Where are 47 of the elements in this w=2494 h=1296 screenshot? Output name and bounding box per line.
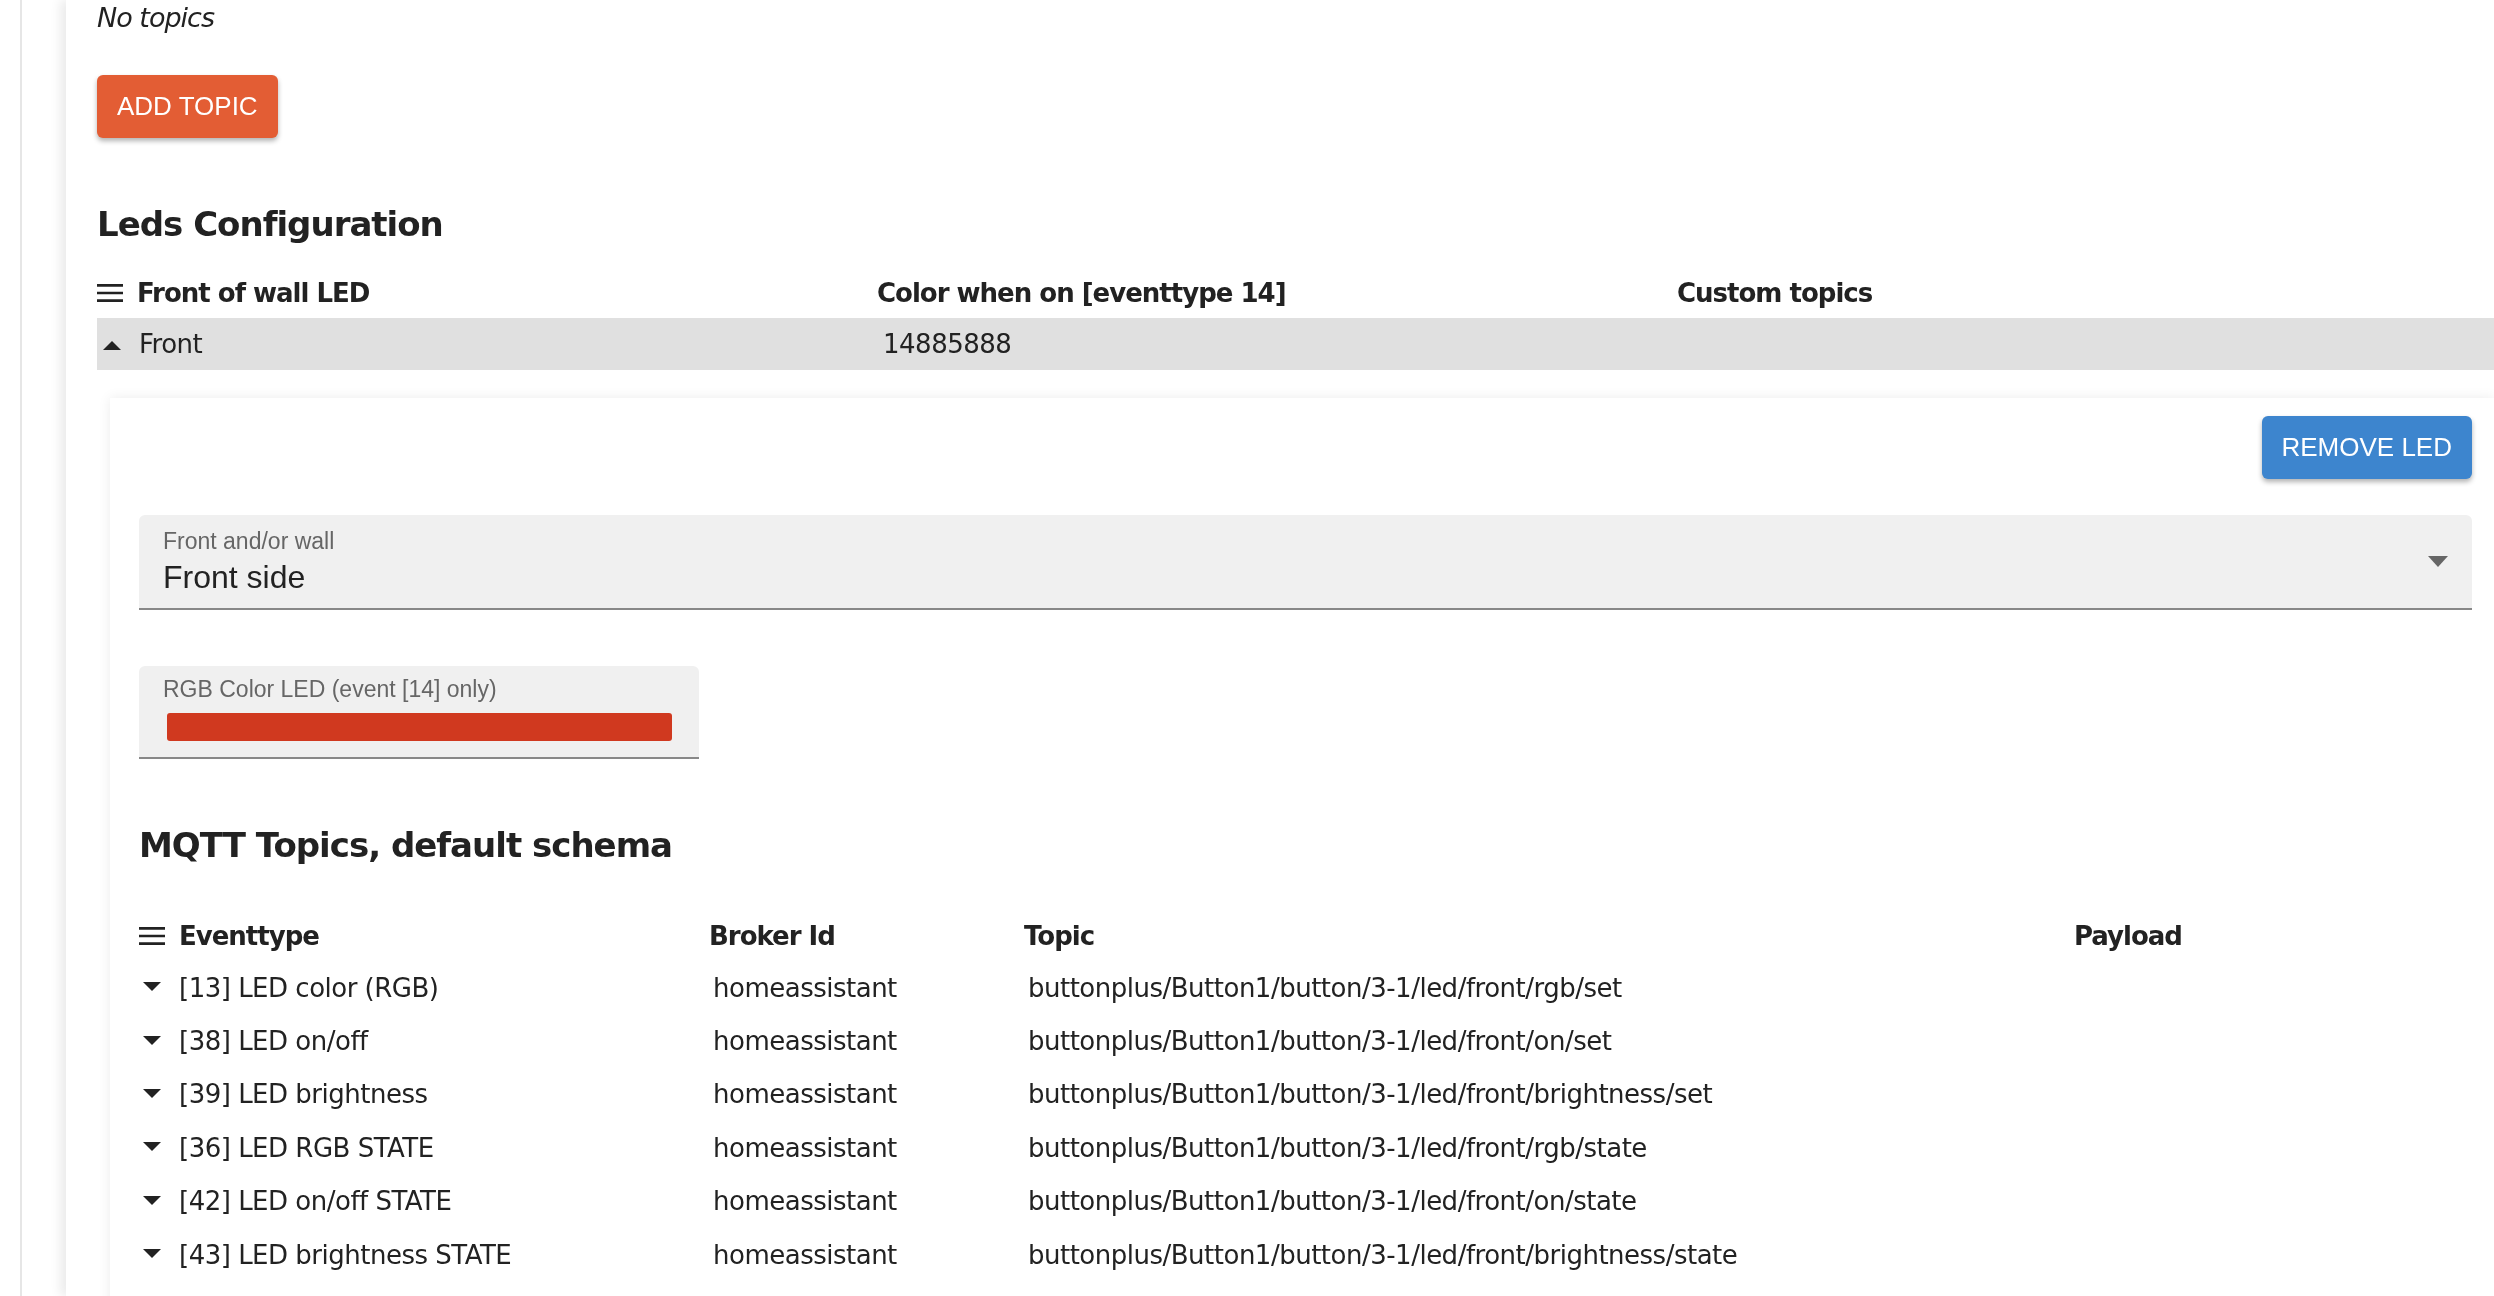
color-field[interactable]: RGB Color LED (event [14] only) — [139, 666, 699, 759]
field-label: RGB Color LED (event [14] only) — [163, 676, 498, 703]
table-cell: homeassistant — [713, 1026, 897, 1057]
column-header: Front of wall LED — [137, 278, 370, 308]
table-cell: [38] LED on/off — [179, 1026, 368, 1057]
expand-arrow-icon[interactable] — [143, 1035, 161, 1047]
table-cell: [39] LED brightness — [179, 1079, 428, 1110]
column-header: Broker Id — [709, 921, 835, 951]
table-cell: [13] LED color (RGB) — [179, 972, 439, 1003]
table-cell: [36] LED RGB STATE — [179, 1132, 434, 1163]
table-cell: buttonplus/Button1/button/3-1/led/front/on/state — [1028, 1186, 1637, 1217]
table-cell: buttonplus/Button1/button/3-1/led/front/rgb/state — [1028, 1132, 1647, 1163]
expand-arrow-icon[interactable] — [143, 982, 161, 994]
table-cell: homeassistant — [713, 972, 897, 1003]
column-header: Custom topics — [1677, 278, 1873, 308]
table-cell: buttonplus/Button1/button/3-1/led/front/brightness/state — [1028, 1239, 1738, 1270]
table-cell: Front — [139, 329, 203, 359]
dropdown-caret-icon — [2428, 556, 2448, 567]
table-cell: [42] LED on/off STATE — [179, 1186, 452, 1217]
column-header: Eventtype — [179, 921, 319, 951]
expand-arrow-icon[interactable] — [143, 1195, 161, 1207]
table-cell: homeassistant — [713, 1239, 897, 1270]
column-header: Color when on [eventtype 14] — [877, 278, 1286, 308]
table-cell: homeassistant — [713, 1132, 897, 1163]
expand-arrow-icon[interactable] — [143, 1088, 161, 1100]
table-cell: 14885888 — [883, 329, 1012, 359]
table-row[interactable]: Front 14885888 — [97, 318, 2494, 370]
empty-message: No topics — [97, 2, 216, 33]
color-swatch[interactable] — [167, 713, 672, 741]
menu-icon[interactable] — [139, 926, 165, 946]
collapse-arrow-icon[interactable] — [103, 338, 121, 350]
select-field[interactable]: Front and/or wall Front side — [139, 515, 2472, 610]
expand-arrow-icon[interactable] — [143, 1249, 161, 1261]
table-cell: buttonplus/Button1/button/3-1/led/front/rgb/set — [1028, 972, 1622, 1003]
menu-icon[interactable] — [97, 283, 123, 303]
expand-arrow-icon[interactable] — [143, 1142, 161, 1154]
table-cell: [43] LED brightness STATE — [179, 1239, 512, 1270]
table-cell: buttonplus/Button1/button/3-1/led/front/brightness/set — [1028, 1079, 1713, 1110]
section-heading: Leds Configuration — [97, 204, 444, 244]
column-header: Payload — [2074, 921, 2182, 951]
table-cell: buttonplus/Button1/button/3-1/led/front/on/set — [1028, 1026, 1612, 1057]
column-header: Topic — [1024, 921, 1095, 951]
table-cell: homeassistant — [713, 1186, 897, 1217]
remove-led-button[interactable]: REMOVE LED — [2261, 416, 2472, 479]
table-cell: homeassistant — [713, 1079, 897, 1110]
section-heading: MQTT Topics, default schema — [139, 825, 674, 865]
add-topic-button[interactable]: ADD TOPIC — [97, 75, 278, 138]
